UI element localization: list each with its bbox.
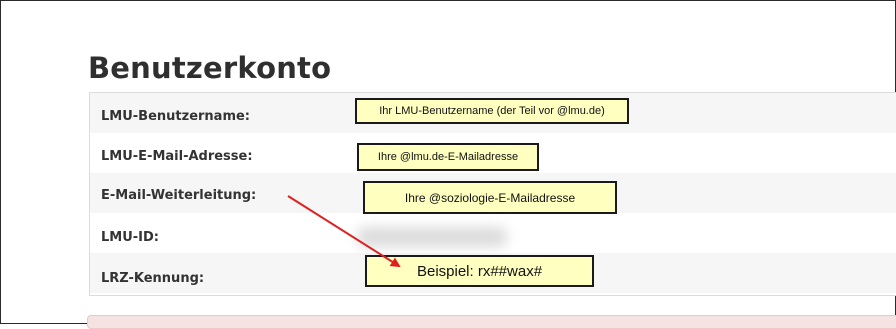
label-lrz-id: LRZ-Kennung: bbox=[101, 271, 205, 286]
label-lmu-username: LMU-Benutzername: bbox=[101, 109, 251, 124]
lmu-id-value-redacted bbox=[357, 227, 507, 247]
screenshot-frame: Benutzerkonto LMU-Benutzername: LMU-E-Ma… bbox=[0, 0, 896, 329]
page-title: Benutzerkonto bbox=[88, 51, 332, 85]
label-lmu-email: LMU-E-Mail-Adresse: bbox=[101, 149, 253, 164]
alert-banner bbox=[87, 315, 896, 329]
forwarding-annotation: Ihre @soziologie-E-Mailadresse bbox=[363, 181, 617, 214]
label-lmu-id: LMU-ID: bbox=[101, 230, 159, 245]
lrz-annotation: Beispiel: rx##wax# bbox=[365, 255, 594, 287]
email-annotation: Ihre @lmu.de-E-Mailadresse bbox=[357, 143, 539, 171]
username-annotation: Ihr LMU-Benutzername (der Teil vor @lmu.… bbox=[355, 98, 629, 124]
label-email-forwarding: E-Mail-Weiterleitung: bbox=[101, 188, 257, 203]
